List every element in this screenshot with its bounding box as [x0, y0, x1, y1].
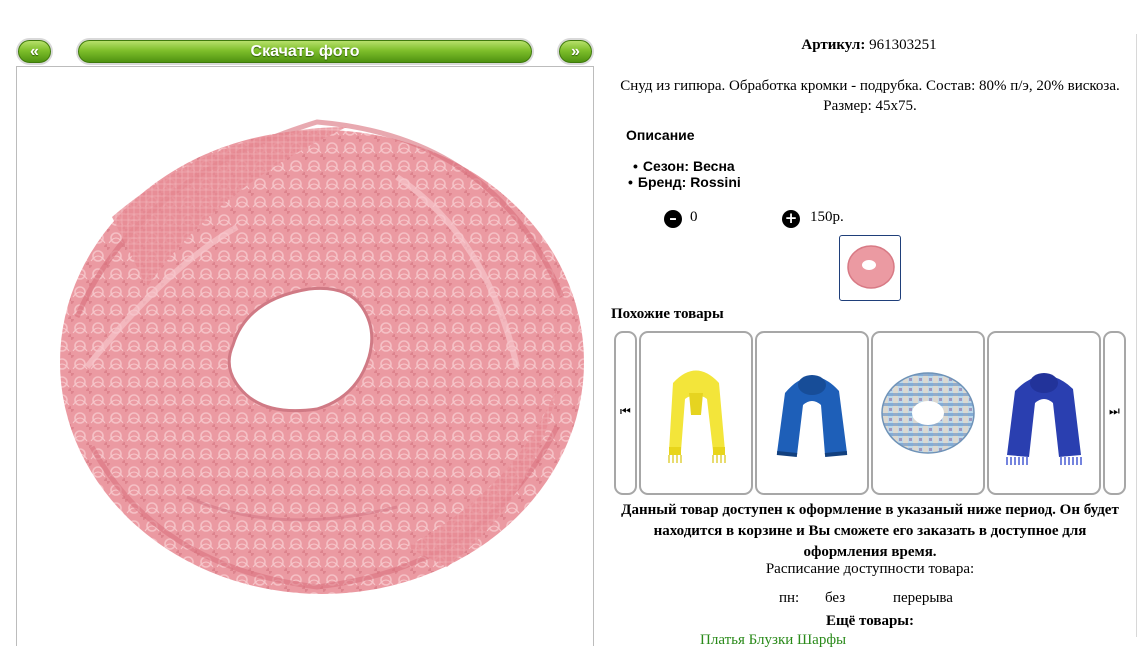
notice-line-2: находится в корзине и Вы сможете его зак…: [653, 523, 1087, 539]
similar-item-royal-blue-scarf[interactable]: [987, 331, 1101, 495]
more-products-links[interactable]: Платья Блузки Шарфы: [700, 632, 846, 649]
article-label: Артикул:: [801, 37, 866, 53]
product-description: Снуд из гипюра. Обработка кромки - подру…: [600, 76, 1140, 116]
property-season: Сезон: Весна: [628, 158, 741, 174]
skip-back-icon: ⏮: [620, 404, 631, 418]
more-products-title: Ещё товары:: [825, 613, 915, 629]
price-value: 150р.: [810, 209, 844, 225]
carousel-next-button[interactable]: ⏭: [1103, 331, 1126, 495]
photo-thumbnail[interactable]: [839, 235, 901, 301]
carousel-prev-button[interactable]: ⏮: [614, 331, 637, 495]
availability-notice: Данный товар доступен к оформление в ука…: [598, 500, 1142, 563]
notice-line-1: Данный товар доступен к оформление в ука…: [621, 502, 1119, 518]
download-photo-button[interactable]: Скачать фото: [78, 40, 532, 63]
similar-item-multicolor-snood[interactable]: [871, 331, 985, 495]
description-line-1: Снуд из гипюра. Обработка кромки - подру…: [620, 78, 1120, 94]
description-line-2: Размер: 45x75.: [823, 98, 917, 114]
schedule-to: перерыва: [893, 590, 953, 606]
description-heading: Описание: [626, 127, 695, 143]
similar-item-yellow-scarf[interactable]: [639, 331, 753, 495]
plus-circle-icon[interactable]: +: [782, 210, 800, 228]
next-photo-button[interactable]: »: [559, 40, 592, 63]
notice-line-3: оформления время.: [803, 544, 937, 560]
article-number: Артикул: 961303251: [604, 37, 1134, 54]
article-value: 961303251: [869, 37, 937, 53]
similar-item-blue-scarf[interactable]: [755, 331, 869, 495]
product-properties: Сезон: Весна Бренд: Rossini: [628, 158, 741, 190]
prev-photo-button[interactable]: «: [18, 40, 51, 63]
product-photo: [16, 66, 594, 646]
skip-forward-icon: ⏭: [1109, 404, 1120, 418]
schedule-day: пн:: [779, 590, 800, 606]
minus-circle-icon[interactable]: –: [664, 210, 682, 228]
quantity-value: 0: [690, 209, 698, 225]
schedule-title: Расписание доступности товара:: [765, 561, 975, 577]
similar-products-title: Похожие товары: [611, 306, 724, 322]
property-brand: Бренд: Rossini: [628, 174, 741, 190]
schedule-from: без: [825, 590, 846, 606]
